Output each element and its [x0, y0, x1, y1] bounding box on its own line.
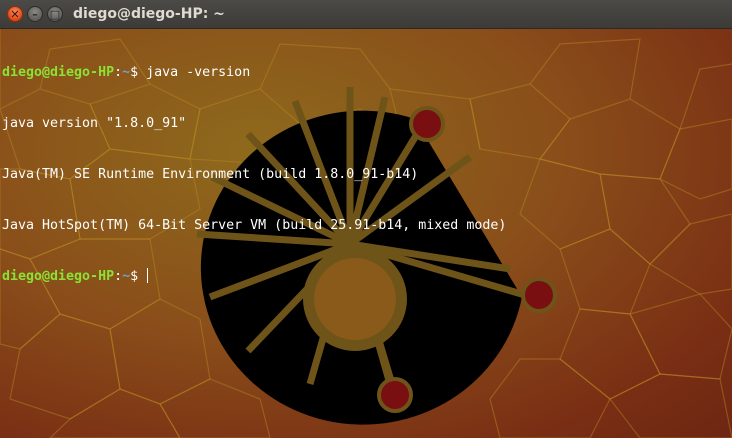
command-text: java -version — [146, 65, 251, 80]
text-cursor — [147, 268, 149, 283]
minimize-button[interactable]: – — [27, 6, 43, 22]
terminal-line-output: Java(TM) SE Runtime Environment (build 1… — [2, 167, 419, 182]
prompt-separator: : — [114, 65, 123, 80]
prompt-user-host: diego@diego-HP — [2, 65, 115, 80]
terminal-line-output: Java HotSpot(TM) 64-Bit Server VM (build… — [2, 218, 507, 233]
terminal-window: ✕ – □ diego@diego-HP: ~ diego@diego-HP:~… — [0, 0, 732, 438]
prompt-path: ~ — [122, 269, 131, 284]
terminal-output: diego@diego-HP:~$ java -version java ver… — [2, 30, 506, 319]
terminal-area[interactable]: diego@diego-HP:~$ java -version java ver… — [0, 29, 732, 438]
prompt-path: ~ — [122, 65, 131, 80]
close-icon: ✕ — [10, 7, 20, 21]
title-bar[interactable]: ✕ – □ diego@diego-HP: ~ — [0, 0, 732, 29]
minimize-icon: – — [32, 7, 38, 21]
terminal-line-output: java version "1.8.0_91" — [2, 116, 187, 131]
prompt-separator: : — [114, 269, 123, 284]
logo-dot-right — [521, 277, 557, 313]
terminal-line-prompt[interactable]: diego@diego-HP:~$ — [2, 268, 506, 285]
prompt-symbol: $ — [130, 269, 147, 284]
close-button[interactable]: ✕ — [7, 6, 23, 22]
window-title: diego@diego-HP: ~ — [73, 6, 225, 22]
prompt-user-host: diego@diego-HP — [2, 269, 115, 284]
maximize-button[interactable]: □ — [47, 6, 63, 22]
logo-dot-bottom — [377, 377, 413, 413]
prompt-symbol: $ — [130, 65, 147, 80]
maximize-icon: □ — [49, 7, 61, 21]
terminal-line-prompt: diego@diego-HP:~$ java -version — [2, 64, 506, 81]
